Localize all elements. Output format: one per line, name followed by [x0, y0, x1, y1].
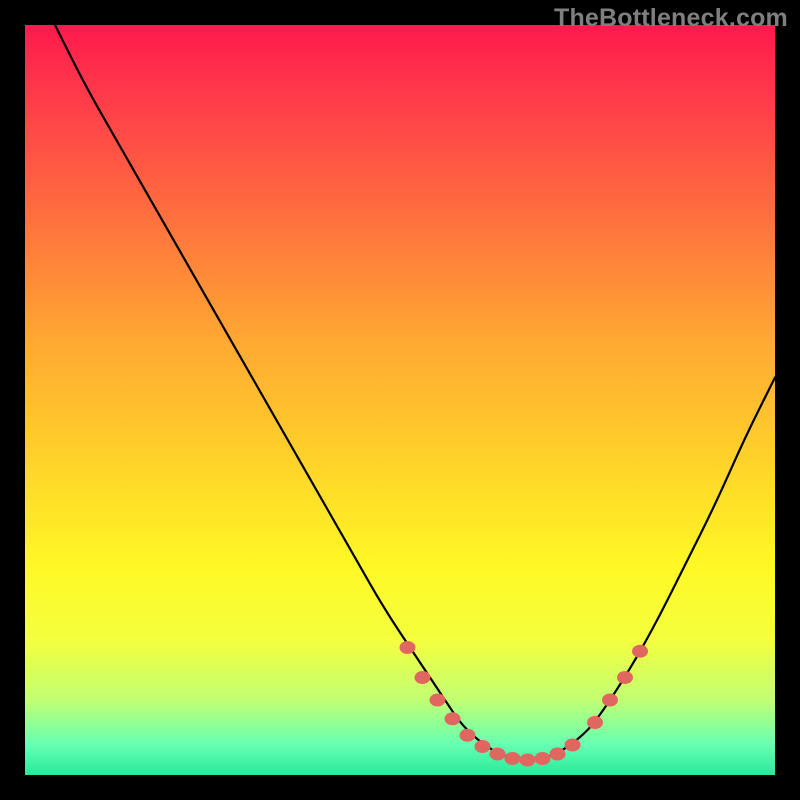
highlight-dot [400, 642, 415, 654]
highlight-dot [520, 754, 535, 766]
chart-svg [25, 25, 775, 775]
highlight-dot [460, 729, 475, 741]
highlight-dot [505, 753, 520, 765]
highlight-dot [475, 741, 490, 753]
highlight-dot [588, 717, 603, 729]
highlight-dot [445, 713, 460, 725]
highlight-dot [633, 645, 648, 657]
highlight-dot [565, 739, 580, 751]
highlight-dot [535, 753, 550, 765]
highlight-dot [490, 748, 505, 760]
highlight-dot [430, 694, 445, 706]
highlight-dot [415, 672, 430, 684]
highlight-dots-group [400, 642, 648, 767]
highlight-dot [618, 672, 633, 684]
highlight-dot [550, 748, 565, 760]
highlight-dot [603, 694, 618, 706]
